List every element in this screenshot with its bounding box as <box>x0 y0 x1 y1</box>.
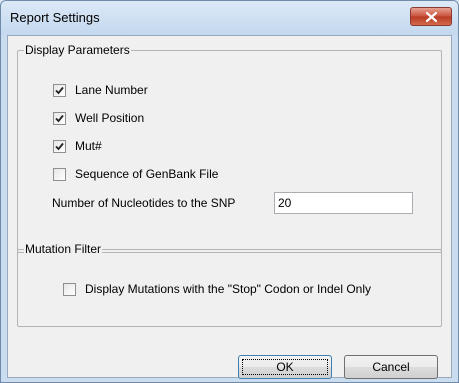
report-settings-dialog: Report Settings Display Parameters Lane … <box>0 0 459 383</box>
focus-ring <box>242 359 328 375</box>
nucleotides-to-snp-input[interactable] <box>274 192 413 214</box>
cancel-button-label: Cancel <box>372 360 410 374</box>
check-mark-icon <box>55 142 64 150</box>
stop-codon-option[interactable]: Display Mutations with the "Stop" Codon … <box>63 281 371 297</box>
display-parameters-group: Display Parameters Lane Number Well Posi… <box>17 43 442 253</box>
ok-button[interactable]: OK <box>238 355 332 379</box>
genbank-sequence-checkbox[interactable] <box>53 167 66 181</box>
mutation-filter-legend: Mutation Filter <box>24 242 103 256</box>
title-bar[interactable]: Report Settings <box>1 1 458 35</box>
window-title: Report Settings <box>10 10 100 25</box>
mut-number-option[interactable]: Mut# <box>53 138 102 154</box>
mutation-filter-group: Mutation Filter Display Mutations with t… <box>17 242 442 327</box>
check-mark-icon <box>55 86 64 94</box>
lane-number-option[interactable]: Lane Number <box>53 82 148 98</box>
dialog-client-area: Display Parameters Lane Number Well Posi… <box>7 35 452 379</box>
mut-number-checkbox[interactable] <box>53 139 66 153</box>
lane-number-checkbox[interactable] <box>53 83 66 97</box>
stop-codon-label: Display Mutations with the "Stop" Codon … <box>85 282 371 296</box>
stop-codon-checkbox[interactable] <box>63 282 76 296</box>
well-position-label: Well Position <box>75 111 145 125</box>
genbank-sequence-label: Sequence of GenBank File <box>75 167 219 181</box>
nucleotides-to-snp-label: Number of Nucleotides to the SNP <box>52 196 236 210</box>
close-button[interactable] <box>410 7 452 26</box>
display-parameters-legend: Display Parameters <box>24 43 131 57</box>
genbank-sequence-option[interactable]: Sequence of GenBank File <box>53 166 218 182</box>
mut-number-label: Mut# <box>75 139 102 153</box>
close-icon <box>426 12 437 22</box>
well-position-option[interactable]: Well Position <box>53 110 144 126</box>
check-mark-icon <box>55 114 64 122</box>
lane-number-label: Lane Number <box>75 83 148 97</box>
well-position-checkbox[interactable] <box>53 111 66 125</box>
cancel-button[interactable]: Cancel <box>344 355 438 379</box>
